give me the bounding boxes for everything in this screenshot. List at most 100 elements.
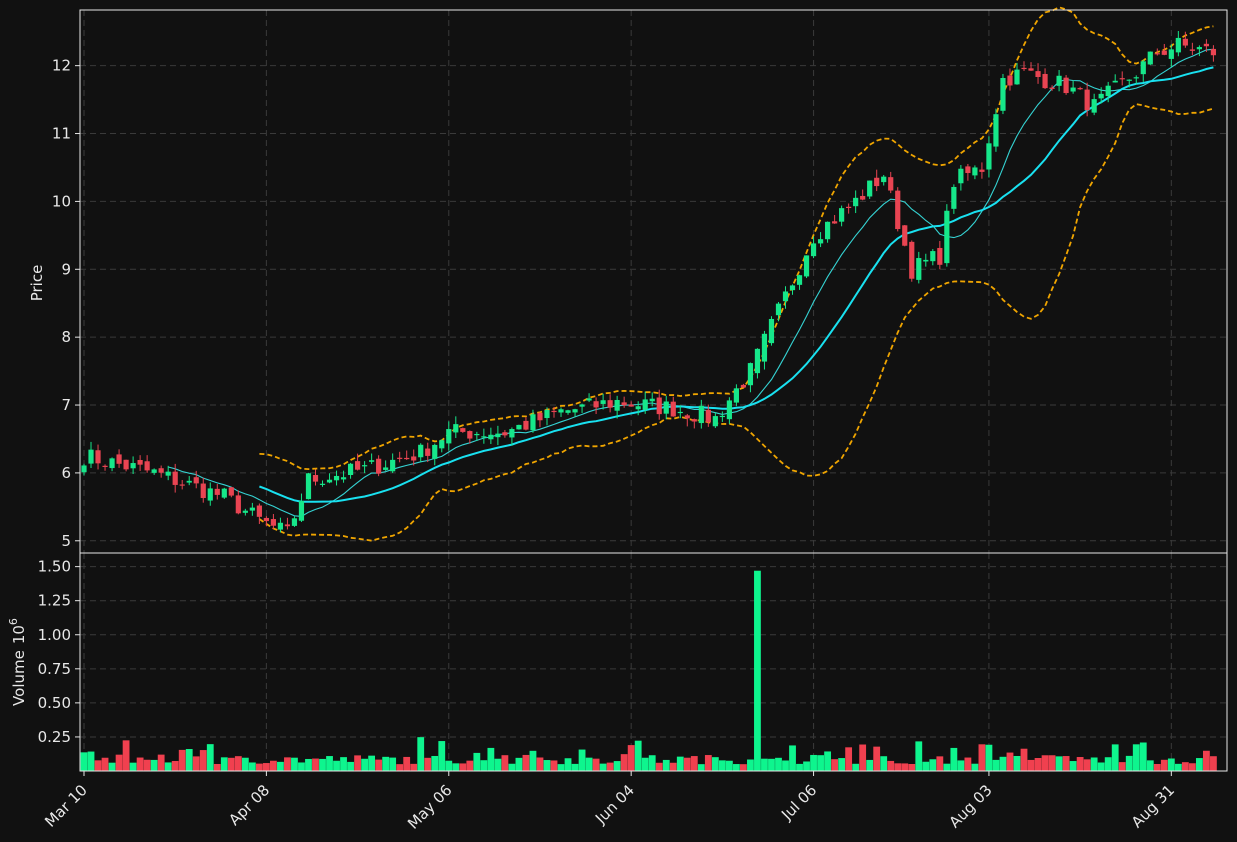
candle-body <box>565 410 571 413</box>
volume-tick-label: 0.75 <box>38 660 71 678</box>
volume-bar <box>711 757 719 771</box>
volume-bar <box>157 754 165 771</box>
candle-body <box>663 401 669 414</box>
candle-body <box>235 495 241 514</box>
candle-body <box>846 206 852 208</box>
candle-body <box>404 457 410 460</box>
volume-bar <box>1027 759 1035 771</box>
candle-body <box>572 409 578 413</box>
candle-body <box>551 410 557 413</box>
candle-body <box>761 333 768 362</box>
candle-body <box>1063 77 1069 94</box>
volume-bar <box>634 740 642 771</box>
candle-body <box>221 488 227 498</box>
candle-body <box>1175 37 1181 53</box>
volume-bar <box>466 760 474 771</box>
volume-bar <box>859 744 867 771</box>
volume-bar <box>1034 757 1042 771</box>
volume-bar <box>396 764 404 771</box>
candle-body <box>1154 53 1160 55</box>
volume-bar <box>697 764 705 771</box>
volume-bar <box>1097 762 1105 771</box>
candle-body <box>1021 67 1027 70</box>
candle-body <box>446 429 452 444</box>
candle-body <box>649 398 655 402</box>
volume-bar <box>129 762 137 771</box>
candle-body <box>874 177 880 187</box>
volume-bar <box>606 762 614 771</box>
volume-bar <box>803 761 810 771</box>
candle-body <box>888 177 894 191</box>
candle-body <box>895 190 901 230</box>
volume-bar <box>255 763 263 771</box>
volume-bar <box>241 757 249 771</box>
volume-bar <box>915 741 923 771</box>
candle-body <box>628 404 634 407</box>
volume-bar <box>213 763 221 771</box>
volume-bar <box>1210 756 1217 771</box>
volume-tick-label: 1.50 <box>38 558 71 576</box>
price-tick-label: 7 <box>61 396 71 414</box>
candle-body <box>1056 75 1062 86</box>
candle-body <box>130 463 136 469</box>
volume-bar <box>740 764 747 771</box>
candle-body <box>1007 75 1013 86</box>
volume-bar <box>852 763 860 771</box>
volume-bar <box>627 745 635 771</box>
volume-bar <box>810 754 817 771</box>
volume-bar <box>992 759 1000 771</box>
volume-bar <box>185 749 193 771</box>
candle-body <box>586 398 592 401</box>
candle-body <box>923 259 929 262</box>
candle-body <box>1049 87 1055 89</box>
candle-body <box>390 459 396 472</box>
price-tick-label: 6 <box>61 464 71 482</box>
volume-bar <box>831 759 839 771</box>
volume-bar <box>80 752 88 771</box>
candle-body <box>614 399 620 411</box>
candle-body <box>284 524 291 527</box>
volume-bar <box>1090 757 1098 771</box>
candle-body <box>768 318 775 344</box>
candle-body <box>263 517 269 522</box>
volume-bar <box>718 760 726 771</box>
volume-bar <box>901 763 909 771</box>
volume-bar <box>1013 755 1021 771</box>
volume-bar <box>648 755 656 771</box>
candle-body <box>1210 48 1217 56</box>
candle-body <box>333 475 340 481</box>
candle-body <box>839 208 845 222</box>
candle-body <box>453 424 459 433</box>
candle-body <box>158 468 164 473</box>
volume-bar <box>438 741 446 771</box>
volume-bar <box>725 760 733 771</box>
volume-bar <box>662 759 670 771</box>
candle-body <box>1000 78 1006 111</box>
volume-bar <box>613 761 621 771</box>
volume-bar <box>775 757 782 771</box>
candle-body <box>214 488 220 495</box>
candle-body <box>719 415 725 418</box>
volume-bar <box>592 758 600 771</box>
candle-body <box>902 225 908 246</box>
volume-bar <box>382 756 390 771</box>
volume-bar <box>529 750 537 771</box>
volume-bar <box>761 758 768 771</box>
candle-body <box>670 401 676 417</box>
volume-bar <box>599 763 607 771</box>
candle-body <box>656 397 662 415</box>
volume-bar <box>1104 757 1112 771</box>
candle-body <box>993 114 999 147</box>
volume-bar <box>199 750 207 771</box>
candle-body <box>810 243 817 257</box>
candle-body <box>958 168 964 184</box>
volume-bar <box>171 760 179 771</box>
candle-body <box>635 406 641 410</box>
candle-body <box>726 400 732 420</box>
volume-bar <box>683 757 691 771</box>
volume-bar <box>122 740 130 771</box>
volume-bar <box>669 762 677 771</box>
volume-axis-title: Volume <box>10 650 28 706</box>
candle-body <box>495 433 501 438</box>
candle-body <box>754 348 761 374</box>
